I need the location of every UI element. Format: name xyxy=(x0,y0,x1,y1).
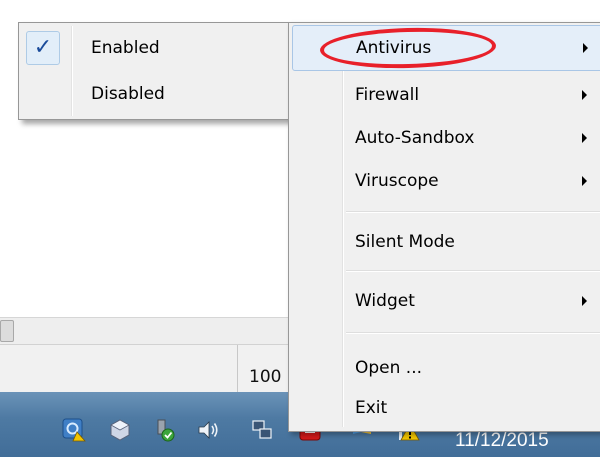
scrollbar-thumb[interactable] xyxy=(0,320,14,342)
menu-item-open[interactable]: Open ... xyxy=(292,346,600,390)
antivirus-submenu: ✓ Enabled Disabled xyxy=(18,22,290,120)
menu-item-widget[interactable]: Widget xyxy=(292,279,600,323)
horizontal-scrollbar[interactable] xyxy=(0,317,290,345)
submenu-arrow-icon xyxy=(582,176,587,186)
menu-item-label: Auto-Sandbox xyxy=(355,128,475,148)
virtualbox-icon[interactable] xyxy=(108,418,132,442)
submenu-item-disabled[interactable]: Disabled xyxy=(22,75,286,113)
menu-item-label: Widget xyxy=(355,291,415,311)
speaker-icon[interactable] xyxy=(196,418,220,442)
menu-item-label: Exit xyxy=(355,398,388,418)
submenu-arrow-icon xyxy=(582,133,587,143)
menu-item-auto-sandbox[interactable]: Auto-Sandbox xyxy=(292,116,600,160)
status-divider xyxy=(237,345,238,393)
submenu-item-label: Disabled xyxy=(91,84,165,104)
usb-safely-remove-icon[interactable] xyxy=(152,418,176,442)
menu-separator xyxy=(346,211,600,213)
menu-item-label: Viruscope xyxy=(355,171,439,191)
zoom-level: 100 xyxy=(249,367,282,387)
menu-item-viruscope[interactable]: Viruscope xyxy=(292,159,600,203)
security-shield-icon[interactable] xyxy=(62,418,86,442)
menu-item-label: Silent Mode xyxy=(355,232,455,252)
menu-separator xyxy=(346,270,600,272)
network-icon[interactable] xyxy=(250,418,274,442)
checkmark-icon: ✓ xyxy=(26,31,60,65)
submenu-arrow-icon xyxy=(582,90,587,100)
menu-item-label: Open ... xyxy=(355,358,423,378)
menu-item-label: Firewall xyxy=(355,85,420,105)
submenu-arrow-icon xyxy=(583,43,588,53)
submenu-item-enabled[interactable]: ✓ Enabled xyxy=(22,29,286,67)
taskbar-clock[interactable]: 11/12/2015 xyxy=(455,430,549,452)
menu-item-firewall[interactable]: Firewall xyxy=(292,73,600,117)
submenu-item-label: Enabled xyxy=(91,38,160,58)
tray-context-menu: Antivirus Firewall Auto-Sandbox Viruscop… xyxy=(288,22,600,432)
menu-item-silent-mode[interactable]: Silent Mode xyxy=(292,220,600,264)
checkmark-glyph: ✓ xyxy=(33,35,53,60)
menu-item-exit[interactable]: Exit xyxy=(292,386,600,430)
status-bar: 100 xyxy=(0,344,290,393)
submenu-arrow-icon xyxy=(582,296,587,306)
menu-separator xyxy=(346,332,600,334)
